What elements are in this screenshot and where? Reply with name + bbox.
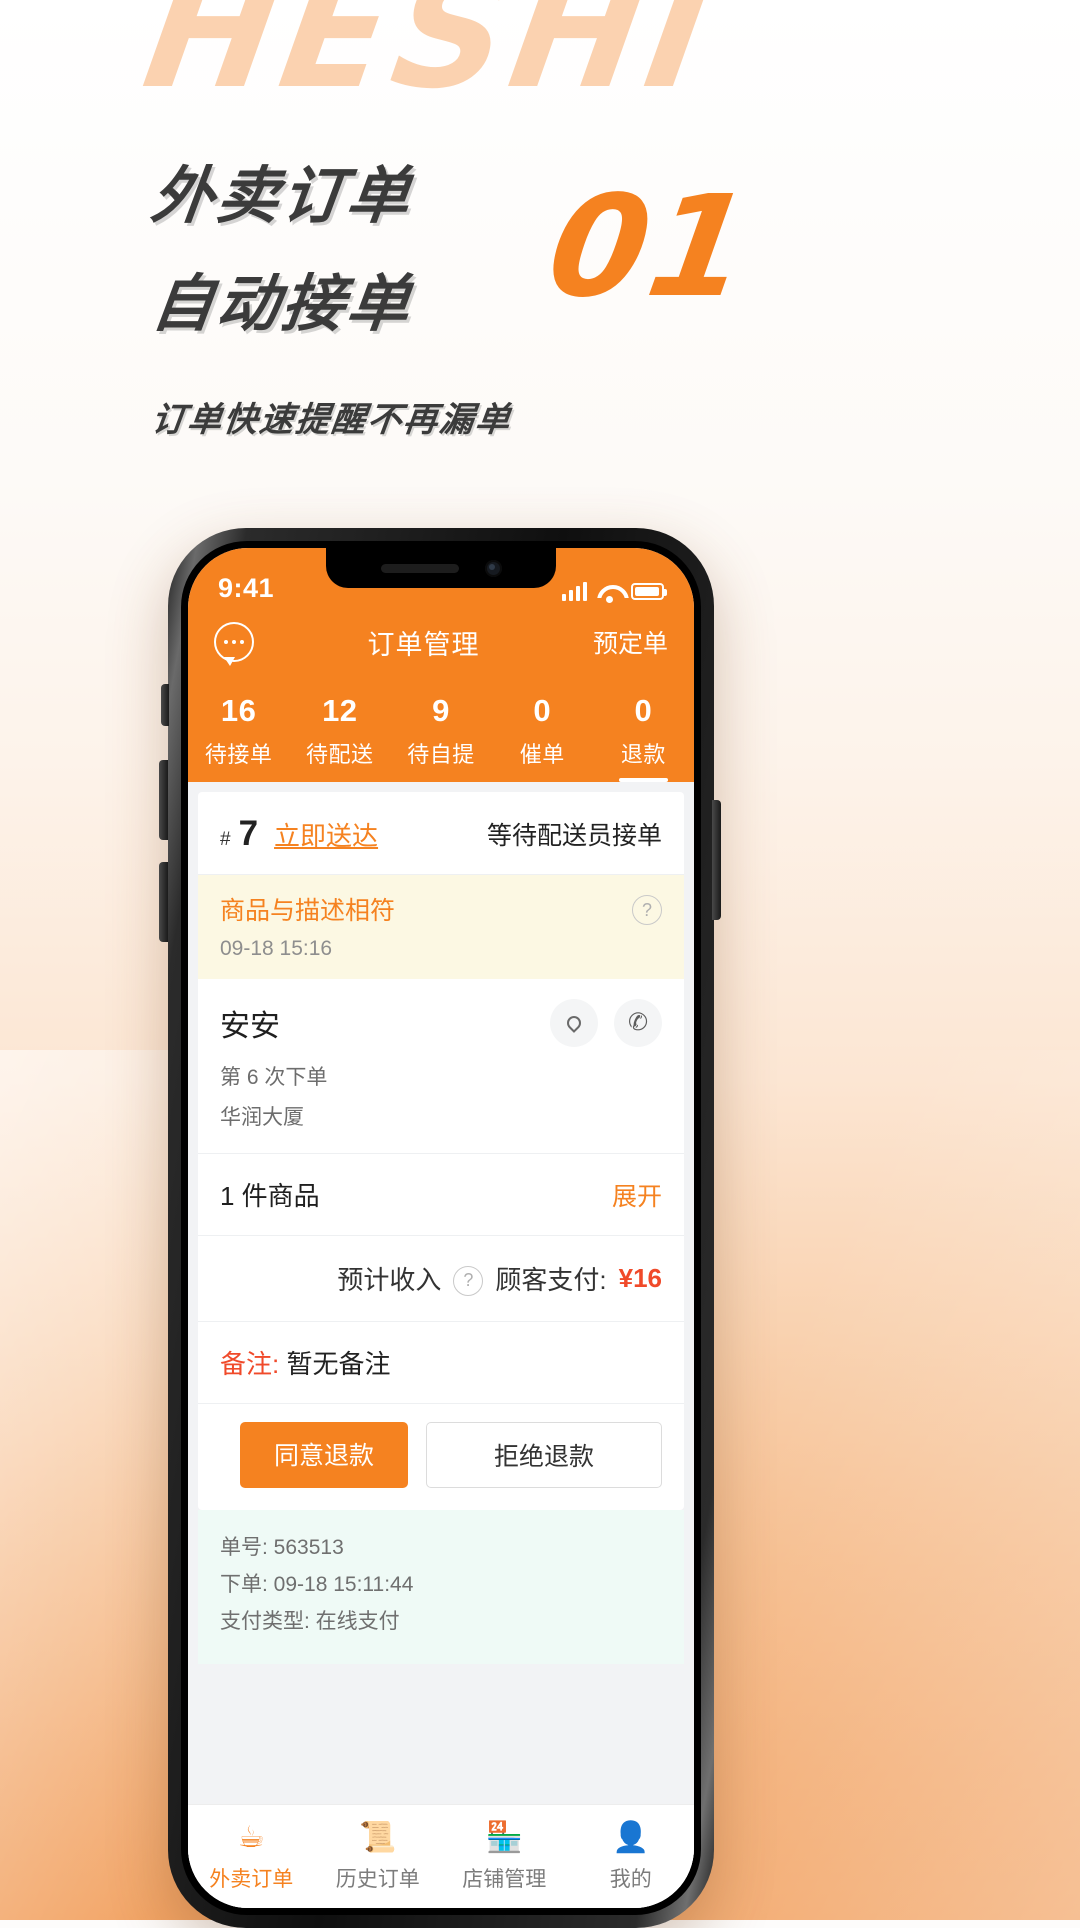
refund-reason-time: 09-18 15:16	[220, 937, 333, 960]
question-mark-icon[interactable]: ?	[453, 1265, 484, 1296]
customer-paid-amount: ¥16	[618, 1263, 662, 1293]
app-navbar: 订单管理 预定单	[188, 610, 694, 674]
tabbar-item-takeout-orders[interactable]: ☕ 外卖订单	[188, 1820, 315, 1893]
status-bar: 9:41	[188, 548, 694, 610]
expand-goods-button[interactable]: 展开	[612, 1177, 662, 1213]
tabbar-item-history-orders[interactable]: 📜 历史订单	[315, 1820, 442, 1893]
chat-bubble-icon[interactable]	[214, 622, 254, 666]
page-title: 订单管理	[367, 629, 480, 660]
refund-reason-title: 商品与描述相符	[220, 897, 396, 925]
reject-refund-button[interactable]: 拒绝退款	[426, 1422, 662, 1488]
hash-icon: #	[220, 829, 231, 850]
tabbar-label: 历史订单	[335, 1868, 420, 1891]
bottom-tabbar: ☕ 外卖订单 📜 历史订单 🏪 店铺管理 👤 我的	[188, 1804, 694, 1908]
tab-pending-pickup[interactable]: 9 待自提	[390, 680, 491, 782]
phone-volume-down-button	[159, 862, 168, 942]
order-sequence-number: 7	[238, 814, 259, 853]
order-list: # 7 立即送达 等待配送员接单 商品与描述相符 09-18 15:16 ? 安…	[188, 782, 694, 1908]
customer-actions: ✆	[550, 999, 662, 1047]
tab-count: 16	[220, 693, 257, 728]
order-note-value: 暂无备注	[286, 1349, 391, 1379]
reservation-orders-button[interactable]: 预定单	[593, 624, 668, 660]
order-number: 单号: 563513	[220, 1536, 344, 1559]
status-bar-indicators	[562, 582, 667, 604]
tabbar-item-shop-manage[interactable]: 🏪 店铺管理	[441, 1820, 568, 1893]
refund-reason-banner: 商品与描述相符 09-18 15:16 ?	[198, 875, 684, 979]
tab-urge-order[interactable]: 0 催单	[492, 680, 593, 782]
order-status-text: 等待配送员接单	[486, 822, 662, 850]
tab-count: 0	[634, 693, 653, 728]
refund-reason-text-group: 商品与描述相符 09-18 15:16	[220, 891, 395, 961]
phone-icon[interactable]: ✆	[614, 999, 662, 1047]
customer-top-row: 安安 ✆	[220, 999, 662, 1047]
headline-line-1: 外卖订单	[147, 162, 417, 231]
tab-pending-delivery[interactable]: 12 待配送	[289, 680, 390, 782]
phone-mockup: 9:41 订单管理 预定单 16 待接单 12 待配送 9 待自提 0 催单 0…	[168, 528, 714, 1928]
order-card-header: # 7 立即送达 等待配送员接单	[198, 792, 684, 875]
customer-paid-label: 顾客支付:	[495, 1265, 607, 1295]
tab-label: 待自提	[407, 742, 475, 767]
tab-label: 待配送	[306, 742, 374, 767]
wifi-icon	[597, 583, 621, 603]
customer-address: 华润大厦	[220, 1106, 304, 1129]
phone-volume-up-button	[159, 760, 168, 840]
status-bar-time: 9:41	[218, 573, 275, 603]
order-meta-block: 单号: 563513 下单: 09-18 15:11:44 支付类型: 在线支付	[198, 1510, 684, 1665]
customer-section: 安安 ✆ 第 6 次下单 华润大厦	[198, 979, 684, 1154]
promo-subtitle: 订单快速提醒不再漏单	[149, 401, 514, 439]
battery-icon	[631, 583, 667, 600]
phone-screen: 9:41 订单管理 预定单 16 待接单 12 待配送 9 待自提 0 催单 0…	[188, 548, 694, 1908]
history-book-icon: 📜	[359, 1821, 397, 1854]
expected-income-label: 预计收入	[337, 1265, 442, 1295]
shop-icon: 🏪	[485, 1821, 523, 1854]
approve-refund-button[interactable]: 同意退款	[240, 1422, 408, 1488]
front-camera	[484, 559, 502, 577]
tab-label: 退款	[620, 742, 666, 767]
order-note-row: 备注: 暂无备注	[198, 1322, 684, 1404]
order-note-label: 备注:	[220, 1349, 280, 1379]
promo-step-number: 01	[538, 166, 763, 329]
phone-power-button	[712, 800, 721, 920]
payment-row: 预计收入 ? 顾客支付: ¥16	[198, 1236, 684, 1322]
tabbar-label: 我的	[609, 1868, 652, 1891]
goods-count-label: 1 件商品	[220, 1181, 320, 1211]
earpiece-speaker	[380, 563, 459, 573]
order-sequence-group: # 7 立即送达	[220, 814, 378, 854]
promo-headline: 外卖订单 自动接单	[148, 162, 416, 339]
tab-pending-accept[interactable]: 16 待接单	[188, 680, 289, 782]
goods-summary-row[interactable]: 1 件商品 展开	[198, 1154, 684, 1236]
phone-notch	[326, 548, 556, 588]
delivery-type-link[interactable]: 立即送达	[274, 816, 378, 853]
tab-count: 12	[322, 693, 358, 728]
order-placed-time: 下单: 09-18 15:11:44	[220, 1572, 414, 1596]
headline-line-2: 自动接单	[147, 270, 417, 339]
order-status-tabs: 16 待接单 12 待配送 9 待自提 0 催单 0 退款	[188, 674, 694, 782]
question-mark-icon[interactable]: ?	[632, 895, 662, 925]
order-action-buttons: 同意退款 拒绝退款	[198, 1404, 684, 1510]
order-card[interactable]: # 7 立即送达 等待配送员接单 商品与描述相符 09-18 15:16 ? 安…	[198, 792, 684, 1510]
tabbar-label: 店铺管理	[462, 1868, 547, 1891]
tab-refund[interactable]: 0 退款	[593, 680, 694, 782]
takeout-cup-icon: ☕	[237, 1821, 265, 1854]
customer-order-count: 第 6 次下单	[220, 1066, 328, 1089]
signal-bars-icon	[562, 582, 587, 601]
person-card-icon: 👤	[612, 1821, 650, 1854]
customer-name: 安安	[220, 1010, 280, 1043]
tab-label: 待接单	[204, 742, 273, 767]
phone-bezel: 9:41 订单管理 预定单 16 待接单 12 待配送 9 待自提 0 催单 0…	[181, 541, 701, 1915]
phone-silent-switch	[161, 684, 169, 726]
order-pay-type: 支付类型: 在线支付	[220, 1609, 400, 1633]
tabbar-item-mine[interactable]: 👤 我的	[568, 1820, 695, 1893]
brand-watermark: HESHI	[133, 0, 727, 123]
tabbar-label: 外卖订单	[209, 1868, 294, 1891]
tab-label: 催单	[519, 742, 565, 767]
tab-count: 9	[432, 693, 450, 728]
tab-count: 0	[533, 693, 552, 728]
location-pin-icon[interactable]	[550, 999, 598, 1047]
